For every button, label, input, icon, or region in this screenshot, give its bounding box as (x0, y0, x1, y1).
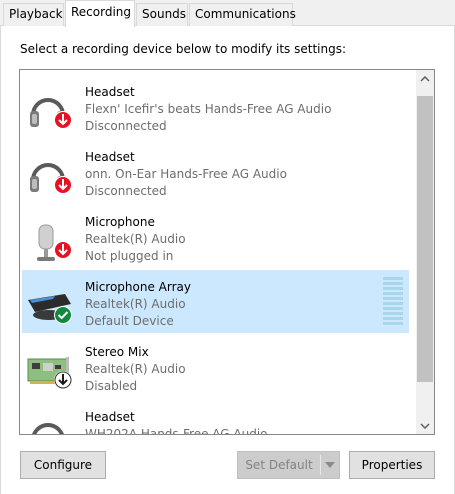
device-status: Disabled (85, 379, 138, 393)
device-item-headset-wh202a[interactable]: Headset WH202A Hands-Free AG Audio (22, 400, 409, 435)
device-name: Microphone Array (85, 280, 191, 294)
headset-icon (25, 412, 75, 434)
device-list[interactable]: Headset Flexn' Icefir's beats Hands-Free… (19, 69, 435, 435)
properties-button[interactable]: Properties (349, 451, 435, 479)
device-name: Headset (85, 150, 135, 164)
device-description: WH202A Hands-Free AG Audio (85, 427, 268, 435)
sound-card-icon (25, 347, 75, 397)
device-description: Realtek(R) Audio (85, 297, 186, 311)
tab-strip: Playback Recording Sounds Communications (0, 0, 455, 27)
disconnected-badge-icon (53, 175, 73, 198)
device-name: Microphone (85, 215, 155, 229)
disabled-badge-icon (53, 370, 73, 393)
device-name: Headset (85, 410, 135, 424)
device-item-stereo-mix[interactable]: Stereo Mix Realtek(R) Audio Disabled (22, 335, 409, 398)
device-description: Realtek(R) Audio (85, 362, 186, 376)
device-item-headset-flexn[interactable]: Headset Flexn' Icefir's beats Hands-Free… (22, 75, 409, 138)
scroll-thumb[interactable] (417, 96, 433, 382)
device-status: Disconnected (85, 184, 167, 198)
device-item-headset-onn[interactable]: Headset onn. On-Ear Hands-Free AG Audio … (22, 140, 409, 203)
set-default-button[interactable]: Set Default (238, 452, 320, 478)
list-scrollbar[interactable] (416, 70, 434, 434)
device-description: Flexn' Icefir's beats Hands-Free AG Audi… (85, 102, 332, 116)
tab-playback[interactable]: Playback (3, 3, 64, 26)
headset-icon (25, 152, 75, 202)
not-plugged-badge-icon (53, 240, 73, 263)
microphone-icon (25, 217, 75, 267)
device-description: Realtek(R) Audio (85, 232, 186, 246)
device-status: Disconnected (85, 119, 167, 133)
device-description: onn. On-Ear Hands-Free AG Audio (85, 167, 287, 181)
scroll-down-arrow-icon[interactable] (416, 417, 434, 434)
device-item-microphone-array[interactable]: Microphone Array Realtek(R) Audio Defaul… (22, 270, 409, 333)
default-check-badge-icon (53, 305, 73, 328)
instruction-text: Select a recording device below to modif… (20, 42, 347, 56)
device-status: Default Device (85, 314, 174, 328)
device-name: Stereo Mix (85, 345, 149, 359)
tab-recording[interactable]: Recording (65, 0, 135, 27)
chevron-down-icon[interactable] (321, 452, 339, 478)
tab-communications[interactable]: Communications (189, 3, 296, 26)
set-default-split-button[interactable]: Set Default (237, 451, 340, 479)
disconnected-badge-icon (53, 110, 73, 133)
level-meter (383, 277, 403, 327)
microphone-array-icon (25, 282, 75, 332)
tab-sounds[interactable]: Sounds (136, 3, 188, 26)
configure-button[interactable]: Configure (20, 451, 106, 479)
device-name: Headset (85, 85, 135, 99)
scroll-up-arrow-icon[interactable] (416, 70, 434, 87)
headset-icon (25, 87, 75, 137)
device-item-microphone[interactable]: Microphone Realtek(R) Audio Not plugged … (22, 205, 409, 268)
device-status: Not plugged in (85, 249, 174, 263)
